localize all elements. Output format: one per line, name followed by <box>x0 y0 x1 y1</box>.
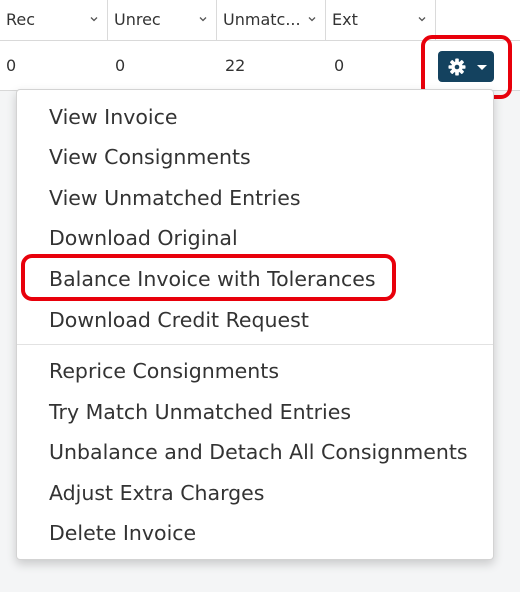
menu-item-view-invoice[interactable]: View Invoice <box>49 103 177 131</box>
chevron-down-icon[interactable] <box>90 15 98 23</box>
column-header-actions <box>436 0 520 40</box>
column-header-unmatched[interactable]: Unmatc... <box>217 0 326 40</box>
column-header-label: Rec <box>6 10 36 29</box>
column-header-label: Ext <box>332 10 358 29</box>
actions-menu-button[interactable] <box>438 51 494 82</box>
gear-icon <box>448 58 466 76</box>
grid-header-row: Rec Unrec Unmatc... Ext <box>0 0 520 41</box>
column-header-label: Unrec <box>114 10 161 29</box>
cell-ext: 0 <box>334 56 345 75</box>
menu-item-unbalance-and-detach[interactable]: Unbalance and Detach All Consignments <box>49 438 468 466</box>
column-header-ext[interactable]: Ext <box>326 0 436 40</box>
menu-item-view-unmatched-entries[interactable]: View Unmatched Entries <box>49 184 301 212</box>
column-header-label: Unmatc... <box>223 10 301 29</box>
cell-rec: 0 <box>6 56 17 75</box>
menu-item-adjust-extra-charges[interactable]: Adjust Extra Charges <box>49 479 264 507</box>
caret-down-icon <box>477 65 487 70</box>
menu-item-view-consignments[interactable]: View Consignments <box>49 143 251 171</box>
cell-unmatched: 22 <box>225 56 246 75</box>
column-header-unrec[interactable]: Unrec <box>108 0 217 40</box>
cell-unrec: 0 <box>115 56 126 75</box>
chevron-down-icon[interactable] <box>308 15 316 23</box>
menu-item-download-original[interactable]: Download Original <box>49 224 238 252</box>
chevron-down-icon[interactable] <box>418 15 426 23</box>
menu-item-delete-invoice[interactable]: Delete Invoice <box>49 519 196 547</box>
column-header-rec[interactable]: Rec <box>0 0 108 40</box>
actions-dropdown-menu: View Invoice View Consignments View Unma… <box>16 89 494 560</box>
menu-item-reprice-consignments[interactable]: Reprice Consignments <box>49 357 279 385</box>
menu-divider <box>17 344 493 345</box>
chevron-down-icon[interactable] <box>199 15 207 23</box>
menu-item-download-credit-request[interactable]: Download Credit Request <box>49 306 309 334</box>
menu-item-balance-invoice-with-tolerances[interactable]: Balance Invoice with Tolerances <box>49 265 376 293</box>
menu-item-try-match-unmatched-entries[interactable]: Try Match Unmatched Entries <box>49 398 351 426</box>
